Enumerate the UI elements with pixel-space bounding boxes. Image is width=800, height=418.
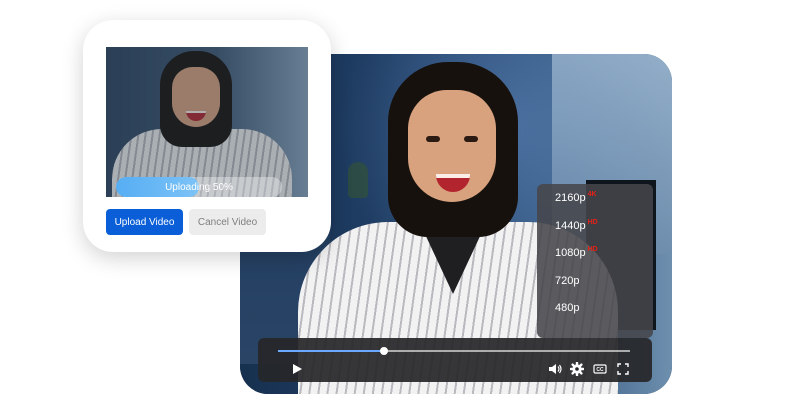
quality-option-1440p[interactable]: 1440p HD	[537, 218, 653, 246]
quality-menu: 2160p 4K 1440p HD 1080p HD 720p 480p	[537, 184, 653, 338]
quality-label: 720p	[555, 274, 580, 287]
quality-option-1080p[interactable]: 1080p HD	[537, 245, 653, 273]
upload-progress-text: Uploading 50%	[165, 181, 233, 193]
captions-icon[interactable]: CC	[593, 362, 607, 376]
background-plant	[348, 162, 368, 198]
quality-option-720p[interactable]: 720p	[537, 273, 653, 301]
volume-icon[interactable]	[548, 362, 562, 376]
upload-video-button[interactable]: Upload Video	[106, 209, 183, 235]
quality-label: 1080p	[555, 247, 586, 259]
upload-card: Uploading 50% Upload Video Cancel Video	[83, 20, 331, 252]
quality-badge: HD	[587, 218, 598, 226]
quality-label: 1440p	[555, 219, 586, 232]
fullscreen-icon[interactable]	[616, 362, 630, 376]
seek-bar-thumb[interactable]	[379, 347, 388, 355]
person-eye-left	[426, 136, 440, 142]
seek-bar[interactable]	[278, 347, 630, 355]
gear-icon[interactable]	[570, 362, 584, 376]
person-eye-right	[464, 136, 478, 142]
seek-bar-progress	[278, 350, 384, 352]
quality-badge: HD	[587, 246, 598, 253]
quality-option-480p[interactable]: 480p	[537, 300, 653, 328]
play-icon[interactable]	[290, 362, 304, 376]
quality-badge: 4K	[587, 191, 597, 198]
quality-label: 480p	[555, 302, 580, 314]
svg-text:CC: CC	[596, 367, 604, 373]
quality-option-2160p[interactable]: 2160p 4K	[537, 190, 653, 218]
cancel-video-button[interactable]: Cancel Video	[189, 209, 266, 235]
quality-label: 2160p	[555, 192, 586, 204]
control-bar: CC	[258, 338, 652, 382]
preview-overlay	[106, 47, 308, 197]
video-preview-thumbnail: Uploading 50%	[106, 47, 308, 197]
upload-progress-bar: Uploading 50%	[116, 177, 282, 197]
